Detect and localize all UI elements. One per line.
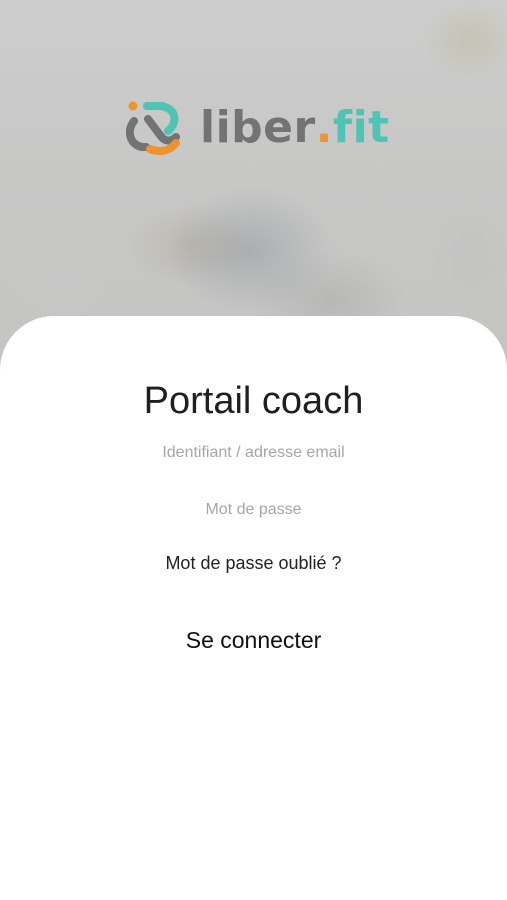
password-input[interactable] bbox=[60, 492, 447, 528]
logo-wordmark: liber. fit bbox=[200, 106, 390, 150]
forgot-password-link[interactable]: Mot de passe oublié ? bbox=[0, 550, 507, 576]
identifier-input[interactable] bbox=[60, 435, 447, 471]
logo-wordmark-dot: . bbox=[315, 102, 333, 153]
connect-button[interactable]: Se connecter bbox=[130, 618, 377, 662]
logo-wordmark-liber: liber bbox=[200, 102, 316, 153]
logo-wordmark-fit: fit bbox=[332, 102, 390, 153]
page-title: Portail coach bbox=[143, 380, 364, 422]
liberfit-logo-icon bbox=[126, 101, 180, 155]
liberfit-logo: liber. fit bbox=[126, 98, 390, 158]
